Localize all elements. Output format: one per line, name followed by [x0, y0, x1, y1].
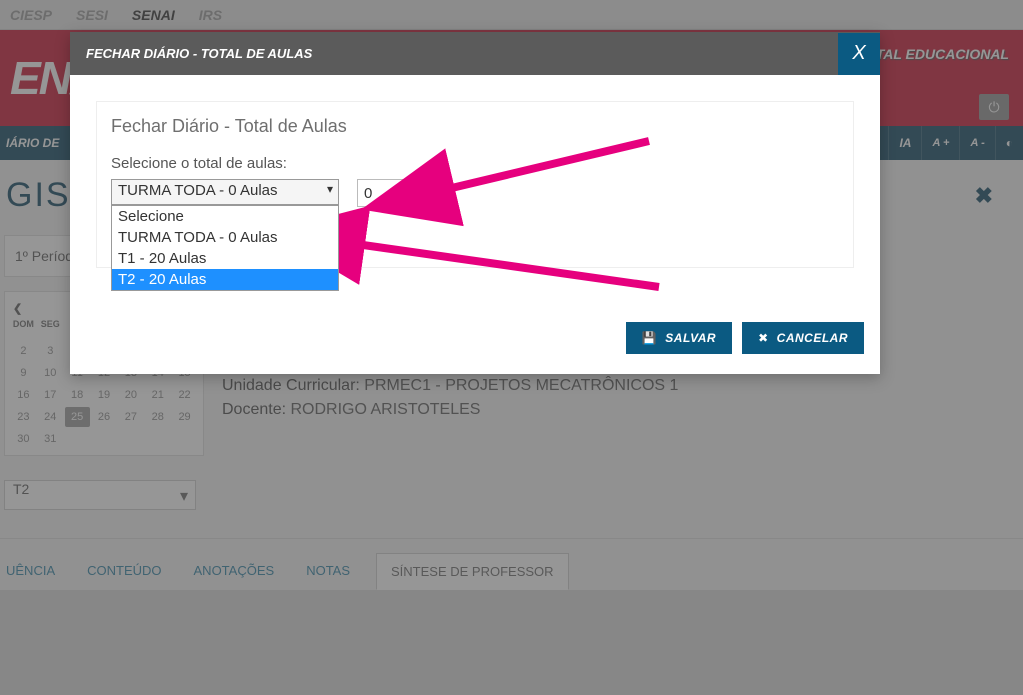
modal-select-label: Selecione o total de aulas: — [111, 155, 287, 172]
modal-header: FECHAR DIÁRIO - TOTAL DE AULAS X — [70, 32, 880, 75]
cancel-button[interactable]: ✖CANCELAR — [742, 322, 864, 354]
close-icon: ✖ — [758, 331, 769, 345]
aulas-option[interactable]: TURMA TODA - 0 Aulas — [112, 227, 338, 248]
annotation-arrow-2 — [339, 225, 669, 310]
modal: FECHAR DIÁRIO - TOTAL DE AULAS X Fechar … — [70, 32, 880, 374]
aulas-option[interactable]: T2 - 20 Aulas — [112, 269, 338, 290]
modal-title: FECHAR DIÁRIO - TOTAL DE AULAS — [86, 46, 312, 61]
aulas-option[interactable]: T1 - 20 Aulas — [112, 248, 338, 269]
save-button[interactable]: 💾SALVAR — [626, 322, 732, 354]
aulas-select-dropdown: SelecioneTURMA TODA - 0 AulasT1 - 20 Aul… — [111, 205, 339, 291]
annotation-arrow-1 — [429, 137, 659, 212]
modal-close-button[interactable]: X — [838, 33, 880, 75]
aulas-number-input[interactable] — [357, 179, 429, 207]
aulas-select[interactable]: TURMA TODA - 0 Aulas — [111, 179, 339, 205]
modal-footer: 💾SALVAR ✖CANCELAR — [70, 308, 880, 374]
save-icon: 💾 — [642, 331, 657, 345]
aulas-option[interactable]: Selecione — [112, 206, 338, 227]
modal-panel-title: Fechar Diário - Total de Aulas — [111, 116, 839, 137]
